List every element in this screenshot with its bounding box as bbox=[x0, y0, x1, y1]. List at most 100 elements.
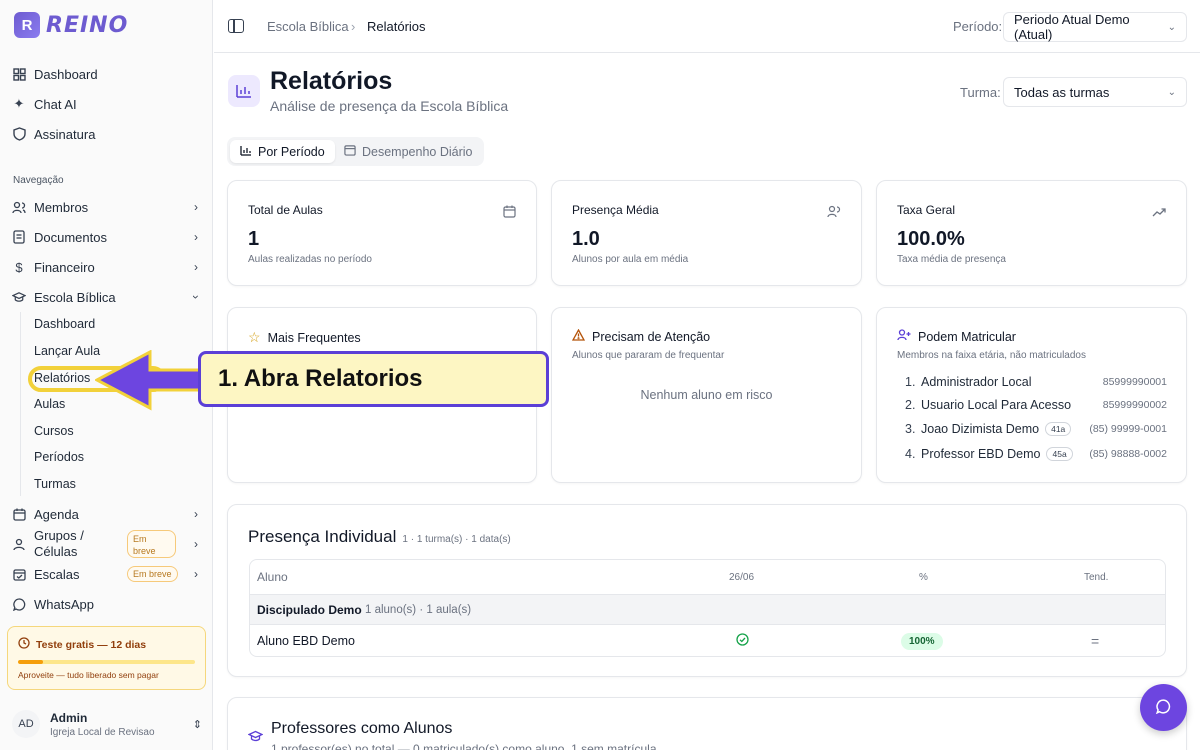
stat-card-presenca-media: Presença Média 1.0 Alunos por aula em mé… bbox=[551, 180, 862, 286]
chevron-right-icon: › bbox=[194, 507, 198, 521]
stat-card-taxa-geral: Taxa Geral 100.0% Taxa média de presença bbox=[876, 180, 1187, 286]
check-circle-icon bbox=[736, 633, 749, 649]
coming-soon-badge: Em breve bbox=[127, 566, 178, 582]
stat-desc: Aulas realizadas no período bbox=[248, 254, 372, 265]
sidebar-subitem-lancar-aula[interactable]: Lançar Aula bbox=[34, 340, 100, 362]
sidebar-item-whatsapp[interactable]: WhatsApp bbox=[12, 591, 202, 617]
percent-badge: 100% bbox=[901, 632, 943, 650]
user-name: Admin bbox=[50, 710, 88, 725]
arrow-pointer-icon bbox=[95, 350, 202, 411]
sidebar-item-escola-biblica[interactable]: Escola Bíblica › bbox=[12, 284, 203, 310]
sidebar-item-membros[interactable]: Membros › bbox=[12, 194, 202, 220]
member-phone: (85) 98888-0002 bbox=[1089, 448, 1167, 460]
member-name: Administrador Local bbox=[921, 375, 1032, 389]
sidebar-item-documentos[interactable]: Documentos › bbox=[12, 224, 202, 250]
clock-icon bbox=[18, 637, 30, 652]
section-meta: 1 professor(es) no total — 0 matriculado… bbox=[271, 742, 657, 750]
chevron-right-icon: › bbox=[194, 537, 198, 551]
sidebar-item-label: Financeiro bbox=[34, 259, 95, 275]
chevron-down-icon: ⌄ bbox=[1167, 86, 1176, 98]
list-item[interactable]: 2. Usuario Local Para Acesso 85999990002 bbox=[905, 395, 1167, 415]
sidebar-item-chat-ai[interactable]: ✦ Chat AI bbox=[12, 91, 202, 117]
member-name: Professor EBD Demo bbox=[921, 447, 1041, 461]
column-header: Tend. bbox=[1084, 571, 1109, 583]
tab-por-periodo[interactable]: Por Período bbox=[230, 140, 335, 163]
trial-progress bbox=[18, 660, 195, 664]
page-title: Relatórios bbox=[270, 67, 393, 95]
breadcrumb-current: Relatórios bbox=[367, 19, 426, 34]
coming-soon-badge: Em breve bbox=[127, 530, 176, 558]
stat-title: Taxa Geral bbox=[897, 203, 956, 217]
graduation-cap-icon bbox=[12, 290, 26, 304]
member-phone: 85999990002 bbox=[1102, 399, 1167, 411]
sidebar-subitem-dashboard[interactable]: Dashboard bbox=[34, 313, 95, 335]
stat-title: Presença Média bbox=[572, 203, 659, 217]
stat-desc: Alunos por aula em média bbox=[572, 254, 689, 265]
tutorial-callout: 1. Abra Relatorios bbox=[198, 351, 549, 407]
sidebar-toggle-icon[interactable] bbox=[228, 19, 244, 33]
sidebar-item-label: Assinatura bbox=[34, 126, 96, 142]
chevron-right-icon: › bbox=[194, 200, 198, 214]
chat-button[interactable] bbox=[1140, 684, 1187, 731]
topbar: Escola Bíblica › Relatórios Período: Per… bbox=[214, 0, 1200, 53]
chat-bubble-icon bbox=[1155, 698, 1171, 717]
list-item[interactable]: 4. Professor EBD Demo 45a (85) 98888-000… bbox=[905, 444, 1167, 464]
sidebar-subitem-cursos[interactable]: Cursos bbox=[34, 420, 74, 442]
list-item[interactable]: 1. Administrador Local 85999990001 bbox=[905, 372, 1167, 392]
age-badge: 45a bbox=[1046, 447, 1073, 461]
calendar-icon bbox=[344, 144, 356, 159]
column-header: % bbox=[919, 571, 928, 583]
tab-desempenho-diario[interactable]: Desempenho Diário bbox=[334, 140, 482, 163]
sparkles-icon: ✦ bbox=[13, 96, 25, 111]
table-row[interactable]: Aluno EBD Demo 100% = bbox=[250, 625, 1165, 656]
student-name: Aluno EBD Demo bbox=[257, 634, 355, 648]
presence-table: Aluno 26/06 % Tend. Discipulado Demo 1 a… bbox=[249, 559, 1166, 657]
grid-icon bbox=[12, 67, 26, 81]
stat-value: 1.0 bbox=[572, 228, 600, 250]
section-title: Professores como Alunos bbox=[271, 720, 453, 737]
list-item[interactable]: 3. Joao Dizimista Demo 41a (85) 99999-00… bbox=[905, 419, 1167, 439]
trial-banner[interactable]: Teste gratis — 12 dias Aproveite — tudo … bbox=[7, 626, 206, 690]
section-label: Navegação bbox=[13, 175, 64, 186]
trending-up-icon bbox=[1152, 205, 1166, 220]
sidebar-item-assinatura[interactable]: Assinatura bbox=[12, 121, 202, 147]
dollar-icon: $ bbox=[15, 259, 23, 275]
table-group-row: Discipulado Demo 1 aluno(s) · 1 aula(s) bbox=[250, 594, 1165, 625]
sidebar-subitem-periodos[interactable]: Períodos bbox=[34, 446, 84, 468]
brand-logo[interactable]: R REINO bbox=[14, 12, 128, 38]
sidebar-item-label: Escola Bíblica bbox=[34, 289, 116, 305]
breadcrumb-parent[interactable]: Escola Bíblica bbox=[267, 19, 349, 34]
stat-card-total-aulas: Total de Aulas 1 Aulas realizadas no per… bbox=[227, 180, 537, 286]
sidebar-subitem-aulas[interactable]: Aulas bbox=[34, 393, 65, 415]
sidebar-item-financeiro[interactable]: $ Financeiro › bbox=[12, 254, 202, 280]
class-select[interactable]: Todas as turmas ⌄ bbox=[1003, 77, 1187, 107]
report-tabs: Por Período Desempenho Diário bbox=[227, 137, 484, 166]
brand-name: REINO bbox=[46, 12, 129, 38]
list-index: 2. bbox=[905, 398, 916, 412]
stat-value: 1 bbox=[248, 228, 260, 250]
class-label: Turma: bbox=[960, 85, 1001, 100]
period-label: Período: bbox=[953, 19, 1003, 34]
sidebar-item-agenda[interactable]: Agenda › bbox=[12, 501, 202, 527]
panel-precisam-atencao: Precisam de Atenção Alunos que pararam d… bbox=[551, 307, 862, 483]
chevron-right-icon: › bbox=[194, 567, 198, 581]
list-index: 3. bbox=[905, 422, 916, 436]
bar-chart-icon bbox=[240, 145, 252, 159]
panel-title-row: ☆ Mais Frequentes bbox=[248, 329, 361, 346]
logo-icon: R bbox=[14, 12, 40, 38]
trend-equal-icon: = bbox=[1091, 633, 1100, 649]
chevron-down-icon: › bbox=[189, 295, 203, 299]
user-plus-icon bbox=[897, 329, 911, 344]
stat-title: Total de Aulas bbox=[248, 203, 323, 217]
chat-bubble-icon bbox=[12, 597, 26, 611]
trial-title-row: Teste gratis — 12 dias bbox=[18, 637, 195, 652]
sidebar-item-label: WhatsApp bbox=[34, 596, 94, 612]
period-select[interactable]: Periodo Atual Demo (Atual) ⌄ bbox=[1003, 12, 1187, 42]
sidebar-subitem-turmas[interactable]: Turmas bbox=[34, 473, 76, 495]
column-header: Aluno bbox=[257, 570, 288, 584]
user-menu[interactable]: AD Admin Igreja Local de Revisao ⇕ bbox=[12, 706, 202, 742]
sidebar-item-label: Grupos / Células bbox=[34, 528, 84, 559]
sidebar-item-dashboard[interactable]: Dashboard bbox=[12, 61, 202, 87]
section-title: Presença Individual bbox=[248, 527, 397, 546]
trial-title: Teste gratis — 12 dias bbox=[36, 638, 147, 651]
